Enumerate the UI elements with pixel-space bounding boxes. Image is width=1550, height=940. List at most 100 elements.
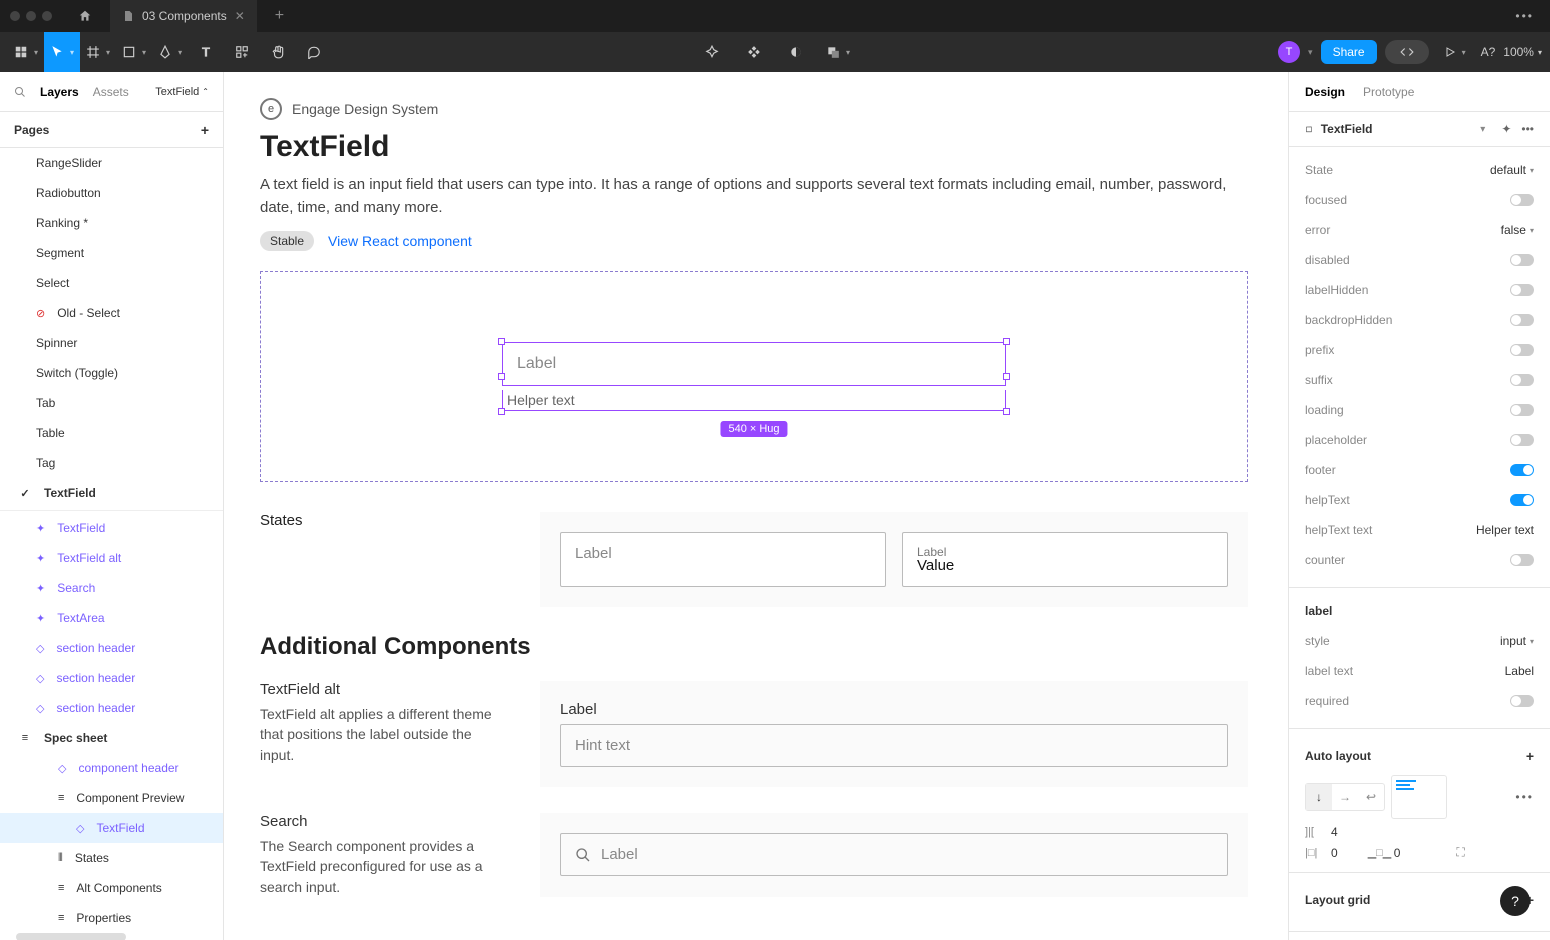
window-min-dot[interactable] bbox=[26, 11, 36, 21]
property-value[interactable]: default ▾ bbox=[1490, 163, 1534, 177]
new-tab-button[interactable]: + bbox=[265, 7, 294, 25]
pad-expand-icon[interactable]: ⛶ bbox=[1456, 845, 1464, 860]
aspect-indicator[interactable]: A? bbox=[1481, 45, 1496, 59]
property-value[interactable]: Helper text bbox=[1476, 523, 1534, 537]
layer-item[interactable]: ⦀States bbox=[0, 843, 223, 873]
add-autolayout-button[interactable]: + bbox=[1526, 748, 1534, 764]
property-value[interactable] bbox=[1510, 554, 1534, 566]
layer-item[interactable]: ≡Alt Components bbox=[0, 873, 223, 903]
add-page-button[interactable]: + bbox=[201, 122, 209, 138]
layer-item[interactable]: ◇section header bbox=[0, 663, 223, 693]
user-avatar[interactable]: T bbox=[1278, 41, 1300, 63]
layer-item[interactable]: ✦TextField bbox=[0, 513, 223, 543]
toggle[interactable] bbox=[1510, 194, 1534, 206]
window-max-dot[interactable] bbox=[42, 11, 52, 21]
property-value[interactable] bbox=[1510, 464, 1534, 476]
toggle[interactable] bbox=[1510, 695, 1534, 707]
window-close-dot[interactable] bbox=[10, 11, 20, 21]
layer-item[interactable]: Switch (Toggle) bbox=[0, 358, 223, 388]
gap-value[interactable]: 4 bbox=[1331, 825, 1338, 839]
layer-item[interactable]: RangeSlider bbox=[0, 148, 223, 178]
share-button[interactable]: Share bbox=[1321, 40, 1377, 64]
property-value[interactable] bbox=[1510, 314, 1534, 326]
scrollbar-thumb[interactable] bbox=[16, 933, 126, 940]
alignment-grid[interactable] bbox=[1391, 775, 1447, 819]
app-more-menu[interactable]: ••• bbox=[1509, 9, 1540, 23]
pad-v-value[interactable]: 0 bbox=[1394, 846, 1401, 860]
layers-list[interactable]: RangeSliderRadiobuttonRanking *SegmentSe… bbox=[0, 148, 223, 940]
layer-item[interactable]: Segment bbox=[0, 238, 223, 268]
text-tool[interactable] bbox=[188, 32, 224, 72]
layer-item[interactable]: Spinner bbox=[0, 328, 223, 358]
toggle[interactable] bbox=[1510, 314, 1534, 326]
autolayout-more[interactable]: ••• bbox=[1515, 790, 1534, 804]
pen-tool[interactable]: ▾ bbox=[152, 32, 188, 72]
layers-tab[interactable]: Layers bbox=[40, 85, 79, 99]
layer-item[interactable]: Ranking * bbox=[0, 208, 223, 238]
frame-tool[interactable]: ▾ bbox=[80, 32, 116, 72]
present-button[interactable]: ▾ bbox=[1437, 32, 1473, 72]
home-icon[interactable] bbox=[68, 9, 102, 23]
layer-item[interactable]: ◇component header bbox=[0, 753, 223, 783]
move-tool[interactable]: ▾ bbox=[44, 32, 80, 72]
ai-tool[interactable] bbox=[694, 32, 730, 72]
help-button[interactable]: ? bbox=[1500, 886, 1530, 916]
layer-item[interactable]: ✦Search bbox=[0, 573, 223, 603]
layer-item[interactable]: ◇section header bbox=[0, 633, 223, 663]
layer-item[interactable]: Radiobutton bbox=[0, 178, 223, 208]
property-value[interactable] bbox=[1510, 194, 1534, 206]
property-value[interactable] bbox=[1510, 404, 1534, 416]
boolean-tool[interactable]: ▾ bbox=[820, 32, 856, 72]
mask-tool[interactable] bbox=[778, 32, 814, 72]
property-value[interactable] bbox=[1510, 695, 1534, 707]
direction-wrap[interactable]: ↩ bbox=[1358, 784, 1384, 810]
toggle[interactable] bbox=[1510, 374, 1534, 386]
close-tab-icon[interactable]: ✕ bbox=[235, 9, 245, 23]
chevron-down-icon[interactable]: ▾ bbox=[1480, 124, 1485, 135]
toggle[interactable] bbox=[1510, 254, 1534, 266]
resize-handle[interactable] bbox=[1003, 338, 1010, 345]
canvas[interactable]: e Engage Design System TextField A text … bbox=[224, 72, 1288, 940]
layer-item-spec[interactable]: ≡Spec sheet bbox=[0, 723, 223, 753]
resize-handle[interactable] bbox=[498, 338, 505, 345]
toggle[interactable] bbox=[1510, 434, 1534, 446]
resize-handle[interactable] bbox=[498, 408, 505, 415]
hand-tool[interactable] bbox=[260, 32, 296, 72]
direction-down[interactable]: ↓ bbox=[1306, 784, 1332, 810]
prototype-tab[interactable]: Prototype bbox=[1363, 85, 1414, 99]
layer-item[interactable]: Tab bbox=[0, 388, 223, 418]
file-tab[interactable]: 03 Components ✕ bbox=[110, 0, 257, 32]
toggle[interactable] bbox=[1510, 284, 1534, 296]
search-icon[interactable] bbox=[14, 86, 26, 98]
react-link[interactable]: View React component bbox=[328, 233, 472, 249]
toggle[interactable] bbox=[1510, 494, 1534, 506]
layer-item[interactable]: ◇TextField bbox=[0, 813, 223, 843]
layer-item[interactable]: Table bbox=[0, 418, 223, 448]
property-value[interactable] bbox=[1510, 254, 1534, 266]
layer-item[interactable]: Tag bbox=[0, 448, 223, 478]
resize-handle[interactable] bbox=[1003, 408, 1010, 415]
toggle[interactable] bbox=[1510, 554, 1534, 566]
property-value[interactable] bbox=[1510, 284, 1534, 296]
dev-mode-toggle[interactable] bbox=[1385, 40, 1429, 64]
pad-h-value[interactable]: 0 bbox=[1331, 846, 1338, 860]
resources-tool[interactable] bbox=[224, 32, 260, 72]
swap-instance-icon[interactable]: ✦ bbox=[1501, 122, 1511, 136]
toggle[interactable] bbox=[1510, 404, 1534, 416]
toggle[interactable] bbox=[1510, 464, 1534, 476]
layer-item[interactable]: ✦TextField alt bbox=[0, 543, 223, 573]
zoom-control[interactable]: 100%▾ bbox=[1503, 45, 1542, 59]
main-menu-button[interactable]: ▾ bbox=[8, 32, 44, 72]
layer-item[interactable]: ◇section header bbox=[0, 693, 223, 723]
more-icon[interactable]: ••• bbox=[1521, 122, 1534, 136]
property-value[interactable] bbox=[1510, 494, 1534, 506]
property-value[interactable]: Label bbox=[1505, 664, 1534, 678]
comment-tool[interactable] bbox=[296, 32, 332, 72]
selected-component[interactable]: Label Helper text 540 × Hug bbox=[502, 342, 1006, 411]
layer-item[interactable]: Select bbox=[0, 268, 223, 298]
property-value[interactable] bbox=[1510, 434, 1534, 446]
direction-right[interactable]: → bbox=[1332, 784, 1358, 810]
shape-tool[interactable]: ▾ bbox=[116, 32, 152, 72]
toggle[interactable] bbox=[1510, 344, 1534, 356]
design-tab[interactable]: Design bbox=[1305, 85, 1345, 99]
